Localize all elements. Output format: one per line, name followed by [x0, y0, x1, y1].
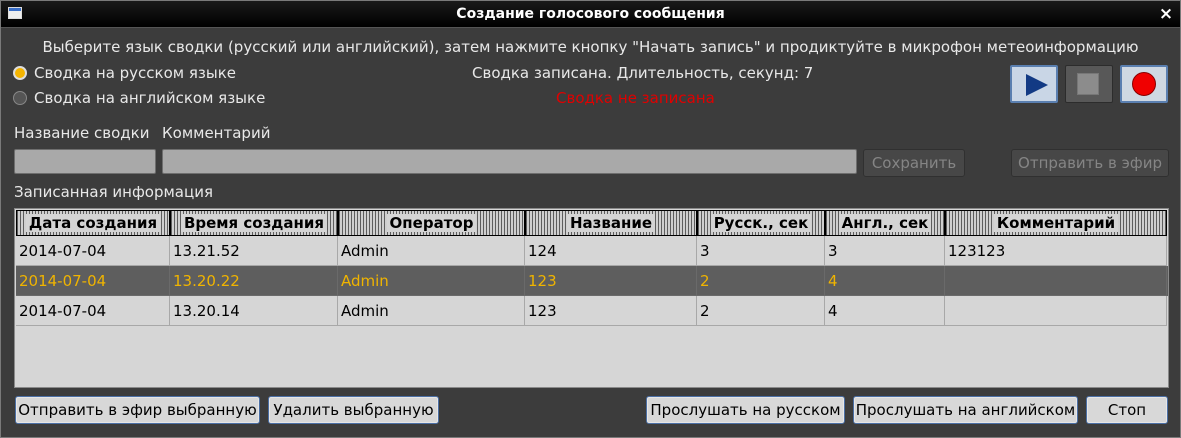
cell-name: 123 [525, 296, 697, 326]
status-recorded: Сводка записана. Длительность, секунд: 7 [472, 64, 814, 82]
voice-message-dialog: Создание голосового сообщения × Выберите… [0, 0, 1181, 438]
column-header-name[interactable]: Название [525, 210, 697, 236]
name-input[interactable] [14, 149, 156, 174]
broadcast-button[interactable]: Отправить в эфир [1011, 149, 1169, 177]
cell-time: 13.20.22 [170, 266, 338, 296]
column-header-operator[interactable]: Оператор [338, 210, 525, 236]
table-row[interactable]: 2014-07-04 13.20.14 Admin 123 2 4 [16, 296, 1168, 326]
radio-english-label[interactable]: Сводка на английском языке [34, 89, 265, 107]
comment-label: Комментарий [162, 124, 271, 142]
title-bar[interactable]: Создание голосового сообщения × [1, 1, 1180, 28]
cell-ru-sec: 2 [697, 296, 825, 326]
cell-name: 123 [525, 266, 697, 296]
name-label: Название сводки [14, 124, 150, 142]
comment-input[interactable] [162, 149, 857, 174]
column-header-time[interactable]: Время создания [170, 210, 338, 236]
close-icon[interactable]: × [1158, 4, 1174, 24]
cell-comment: 123123 [945, 236, 1167, 266]
cell-en-sec: 3 [825, 236, 945, 266]
cell-ru-sec: 3 [697, 236, 825, 266]
column-header-comment[interactable]: Комментарий [945, 210, 1167, 236]
broadcast-selected-button[interactable]: Отправить в эфир выбранную [15, 396, 260, 424]
table-row[interactable]: 2014-07-04 13.21.52 Admin 124 3 3 123123 [16, 236, 1168, 266]
radio-english[interactable] [13, 91, 27, 105]
cell-operator: Admin [338, 236, 525, 266]
stop-record-button[interactable] [1065, 65, 1113, 103]
save-button[interactable]: Сохранить [863, 149, 965, 177]
cell-date: 2014-07-04 [16, 236, 170, 266]
instruction-text: Выберите язык сводки (русский или англий… [42, 38, 1139, 56]
listen-russian-button[interactable]: Прослушать на русском [646, 396, 845, 424]
column-header-ru-sec[interactable]: Русск., сек [697, 210, 825, 236]
play-button[interactable] [1010, 65, 1058, 103]
cell-operator: Admin [338, 296, 525, 326]
cell-name: 124 [525, 236, 697, 266]
cell-en-sec: 4 [825, 296, 945, 326]
listen-english-button[interactable]: Прослушать на английском [853, 396, 1078, 424]
cell-en-sec: 4 [825, 266, 945, 296]
cell-date: 2014-07-04 [16, 266, 170, 296]
cell-time: 13.20.14 [170, 296, 338, 326]
delete-selected-button[interactable]: Удалить выбранную [268, 396, 439, 424]
table-row-selected[interactable]: 2014-07-04 13.20.22 Admin 123 2 4 [16, 266, 1168, 296]
cell-ru-sec: 2 [697, 266, 825, 296]
window-title: Создание голосового сообщения [456, 6, 725, 22]
radio-russian[interactable] [13, 66, 27, 80]
cell-time: 13.21.52 [170, 236, 338, 266]
column-header-date[interactable]: Дата создания [16, 210, 170, 236]
record-button[interactable] [1120, 65, 1168, 103]
cell-operator: Admin [338, 266, 525, 296]
cell-comment [945, 296, 1167, 326]
recorded-section-label: Записанная информация [14, 183, 213, 201]
cell-date: 2014-07-04 [16, 296, 170, 326]
radio-russian-label[interactable]: Сводка на русском языке [34, 64, 236, 82]
cell-comment [945, 266, 1167, 296]
recordings-table[interactable]: Дата создания Время создания Оператор На… [14, 208, 1169, 388]
status-not-recorded: Сводка не записана [556, 89, 715, 107]
column-header-en-sec[interactable]: Англ., сек [825, 210, 945, 236]
stop-button[interactable]: Стоп [1086, 396, 1168, 424]
